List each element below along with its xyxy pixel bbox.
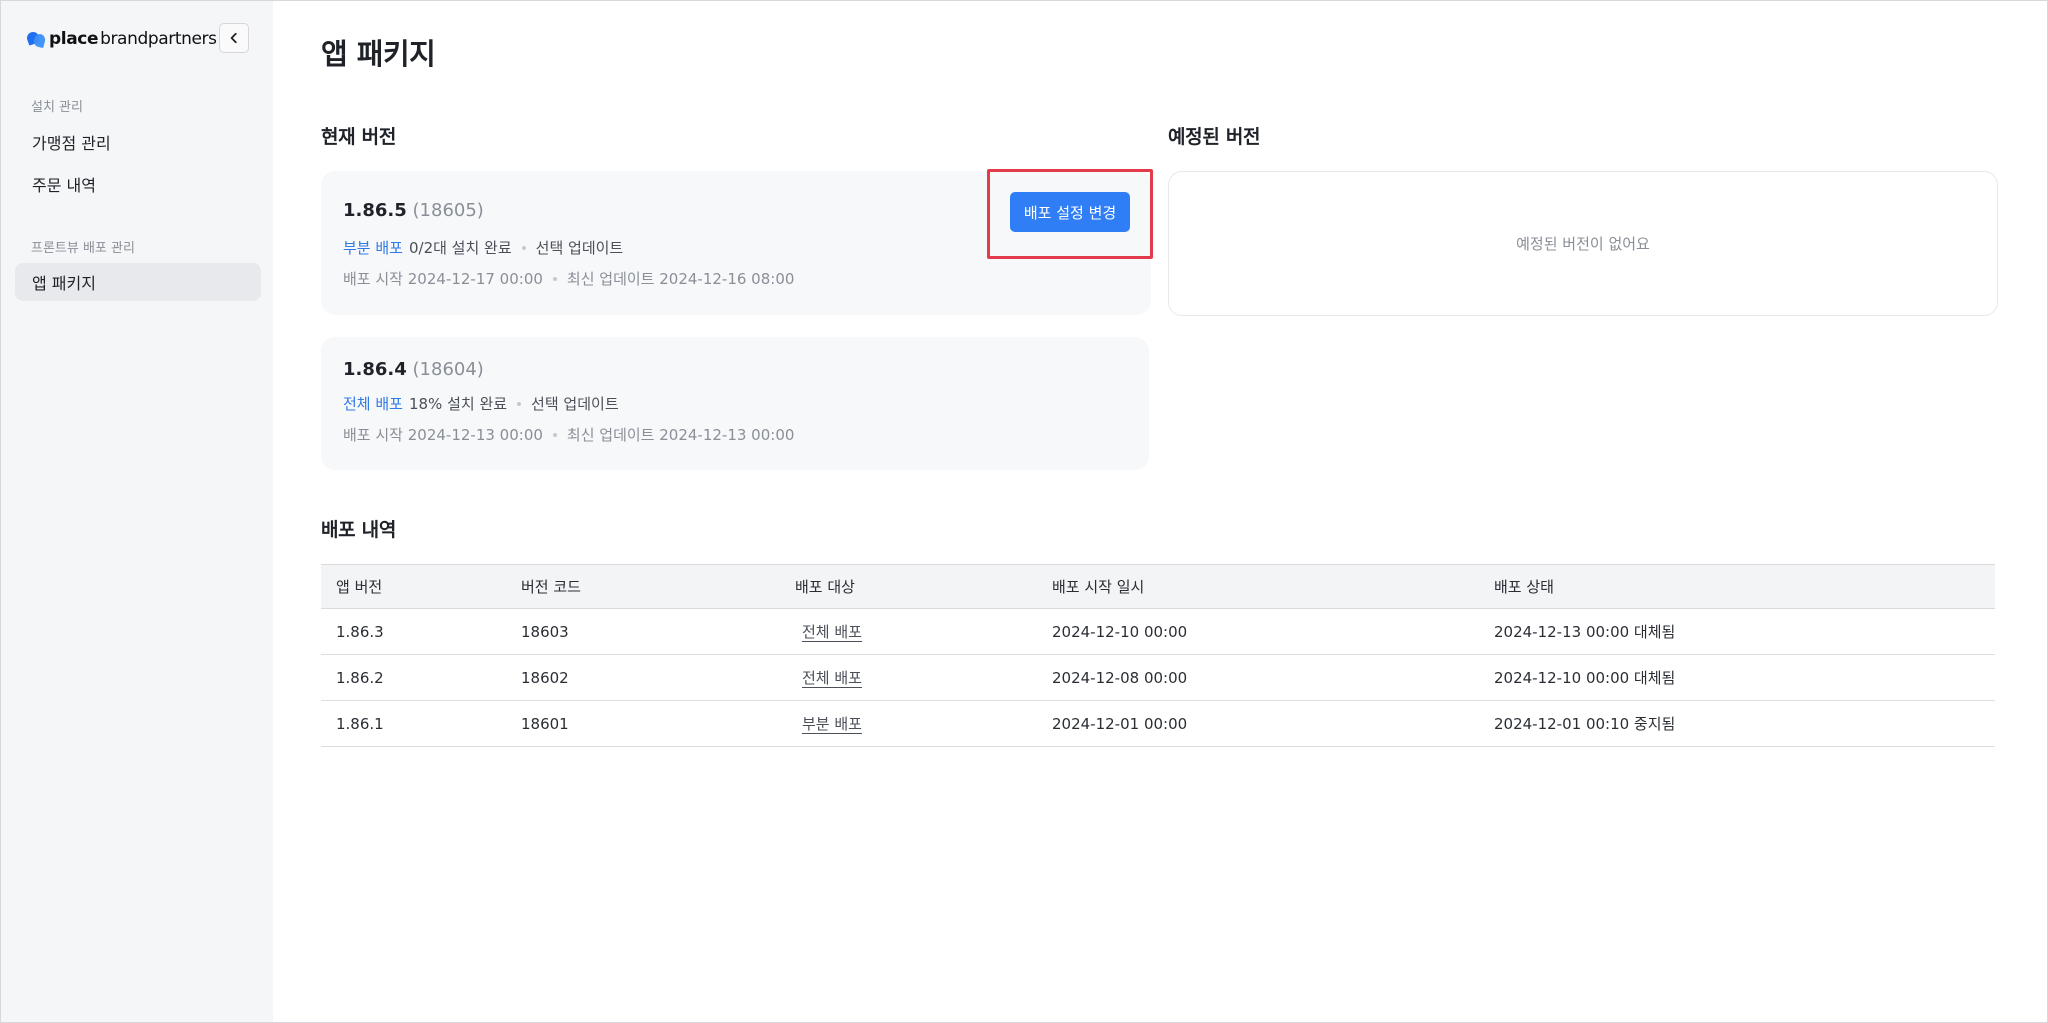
table-row: 1.86.3 18603 전체 배포 2024-12-10 00:00 2024… — [321, 609, 1995, 655]
sidebar-item-label: 주문 내역 — [32, 176, 96, 195]
sidebar-collapse-button[interactable] — [219, 23, 249, 53]
update-type: 선택 업데이트 — [535, 239, 624, 257]
last-updated: 최신 업데이트 2024-12-16 08:00 — [566, 270, 795, 288]
page-title: 앱 패키지 — [321, 37, 436, 71]
table-row: 1.86.1 18601 부분 배포 2024-12-01 00:00 2024… — [321, 701, 1995, 747]
version-code: (18604) — [412, 359, 484, 380]
cell-deploy-target: 부분 배포 — [802, 701, 862, 746]
col-deploy-target: 배포 대상 — [795, 578, 855, 596]
install-status: 0/2대 설치 완료 — [408, 239, 512, 257]
col-version-code: 버전 코드 — [521, 578, 581, 596]
version-code: (18605) — [412, 200, 484, 221]
table-row: 1.86.2 18602 전체 배포 2024-12-08 00:00 2024… — [321, 655, 1995, 701]
cell-version-code: 18603 — [521, 622, 569, 641]
cell-deploy-start: 2024-12-08 00:00 — [1052, 668, 1188, 687]
nav-section-install: 설치 관리 — [31, 100, 83, 115]
current-version-heading: 현재 버전 — [321, 126, 397, 148]
main-content: 앱 패키지 현재 버전 1.86.5 (18605) 부분 배포 0/2대 설치… — [273, 1, 2047, 1022]
deploy-meta: 부분 배포 0/2대 설치 완료 선택 업데이트 — [343, 237, 623, 258]
sidebar-item-label: 앱 패키지 — [32, 274, 96, 293]
deploy-target-link[interactable]: 전체 배포 — [802, 621, 862, 642]
cell-deploy-target: 전체 배포 — [802, 609, 862, 654]
table-header: 앱 버전 버전 코드 배포 대상 배포 시작 일시 배포 상태 — [321, 564, 1995, 609]
sidebar-item-stores[interactable]: 가맹점 관리 — [15, 123, 261, 161]
version-card-current: 1.86.5 (18605) 부분 배포 0/2대 설치 완료 선택 업데이트 … — [321, 171, 1151, 315]
cell-app-version: 1.86.1 — [336, 714, 384, 733]
cell-app-version: 1.86.3 — [336, 622, 384, 641]
version-card-previous: 1.86.4 (18604) 전체 배포 18% 설치 완료 선택 업데이트 배… — [321, 337, 1149, 470]
chevron-left-icon — [230, 32, 237, 44]
col-deploy-status: 배포 상태 — [1494, 578, 1554, 596]
cell-deploy-start: 2024-12-01 00:00 — [1052, 714, 1188, 733]
deploy-target-link[interactable]: 전체 배포 — [802, 667, 862, 688]
logo[interactable]: place brandpartners — [25, 27, 217, 51]
version-title: 1.86.4 (18604) — [343, 359, 484, 380]
separator-dot — [521, 245, 526, 250]
cell-version-code: 18601 — [521, 714, 569, 733]
col-deploy-start: 배포 시작 일시 — [1052, 578, 1145, 596]
deploy-meta: 전체 배포 18% 설치 완료 선택 업데이트 — [343, 393, 619, 414]
separator-dot — [517, 401, 522, 406]
cell-deploy-start: 2024-12-10 00:00 — [1052, 622, 1188, 641]
deploy-dates: 배포 시작 2024-12-17 00:00 최신 업데이트 2024-12-1… — [343, 268, 794, 289]
history-table: 앱 버전 버전 코드 배포 대상 배포 시작 일시 배포 상태 1.86.3 1… — [321, 564, 1995, 747]
logo-text-rest: brandpartners — [100, 29, 217, 49]
deploy-type-link[interactable]: 전체 배포 — [343, 393, 403, 414]
history-heading: 배포 내역 — [321, 519, 397, 541]
scheduled-version-heading: 예정된 버전 — [1168, 126, 1261, 148]
install-status: 18% 설치 완료 — [408, 395, 508, 413]
logo-text-bold: place — [49, 29, 99, 49]
last-updated: 최신 업데이트 2024-12-13 00:00 — [566, 426, 795, 444]
sidebar-item-label: 가맹점 관리 — [32, 134, 111, 153]
deploy-target-link[interactable]: 부분 배포 — [802, 713, 862, 734]
sidebar-item-app-package[interactable]: 앱 패키지 — [15, 263, 261, 301]
update-type: 선택 업데이트 — [531, 395, 619, 413]
change-deploy-settings-button[interactable]: 배포 설정 변경 — [1010, 192, 1130, 232]
version-number: 1.86.4 — [343, 359, 407, 380]
deploy-dates: 배포 시작 2024-12-13 00:00 최신 업데이트 2024-12-1… — [343, 424, 794, 445]
deploy-start: 배포 시작 2024-12-13 00:00 — [343, 426, 543, 444]
cell-deploy-target: 전체 배포 — [802, 655, 862, 700]
cell-deploy-status: 2024-12-10 00:00 대체됨 — [1494, 669, 1676, 687]
empty-state-text: 예정된 버전이 없어요 — [1516, 235, 1650, 253]
separator-dot — [552, 276, 557, 281]
deploy-type-link[interactable]: 부분 배포 — [343, 237, 403, 258]
sidebar: place brandpartners 설치 관리 가맹점 관리 주문 내역 프… — [1, 1, 273, 1022]
deploy-start: 배포 시작 2024-12-17 00:00 — [343, 270, 543, 288]
col-app-version: 앱 버전 — [336, 578, 383, 596]
nav-section-frontview: 프론트뷰 배포 관리 — [31, 241, 135, 256]
cell-version-code: 18602 — [521, 668, 569, 687]
sidebar-item-orders[interactable]: 주문 내역 — [15, 165, 261, 203]
separator-dot — [552, 432, 557, 437]
logo-mark-icon — [25, 29, 47, 49]
version-number: 1.86.5 — [343, 200, 407, 221]
cell-app-version: 1.86.2 — [336, 668, 384, 687]
cell-deploy-status: 2024-12-13 00:00 대체됨 — [1494, 623, 1676, 641]
version-title: 1.86.5 (18605) — [343, 200, 484, 221]
scheduled-empty-panel: 예정된 버전이 없어요 — [1168, 171, 1998, 316]
cell-deploy-status: 2024-12-01 00:10 중지됨 — [1494, 715, 1676, 733]
